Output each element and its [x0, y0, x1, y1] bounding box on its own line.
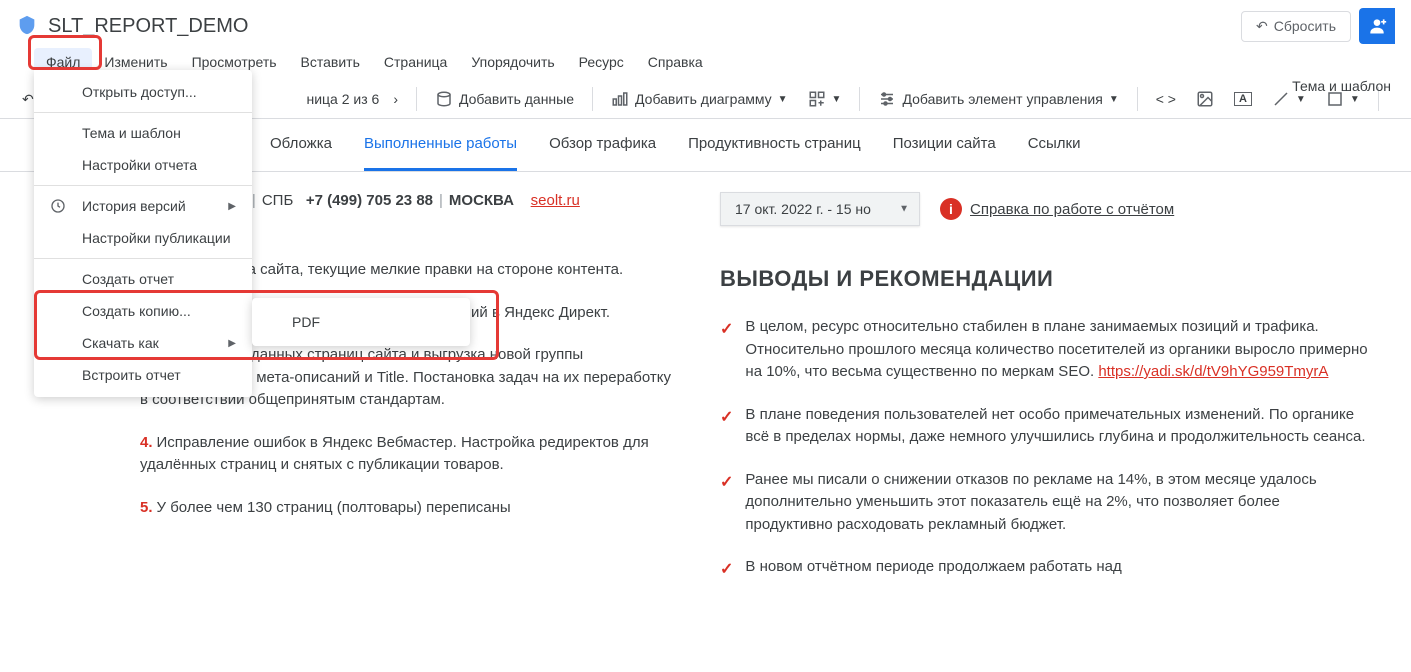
- menu-embed-report[interactable]: Встроить отчет: [34, 359, 252, 391]
- page-indicator: ница 2 из 6: [306, 91, 379, 107]
- chart-icon: [611, 90, 629, 108]
- tab-positions[interactable]: Позиции сайта: [893, 119, 996, 171]
- recommendations-list: ✓В целом, ресурс относительно стабилен в…: [720, 316, 1371, 582]
- menu-theme[interactable]: Тема и шаблон: [34, 117, 252, 149]
- check-icon: ✓: [720, 406, 733, 449]
- menu-download-as[interactable]: Скачать как ▶: [34, 327, 252, 359]
- menu-create-report[interactable]: Создать отчет: [34, 263, 252, 295]
- tab-productivity[interactable]: Продуктивность страниц: [688, 119, 861, 171]
- list-item: 4.Исправление ошибок в Яндекс Вебмастер.…: [140, 432, 680, 477]
- download-pdf[interactable]: PDF: [252, 304, 470, 340]
- menu-resource[interactable]: Ресурс: [567, 48, 636, 76]
- list-item: ✓Ранее мы писали о снижении отказов по р…: [720, 469, 1371, 537]
- theme-template-button[interactable]: Тема и шаблон: [1292, 78, 1391, 94]
- chevron-down-icon: ▼: [1109, 94, 1119, 105]
- add-data-button[interactable]: Добавить данные: [429, 86, 580, 112]
- history-icon: [50, 198, 70, 214]
- app-logo-icon: [16, 14, 40, 38]
- text-icon: A: [1234, 92, 1252, 106]
- image-button[interactable]: [1190, 86, 1220, 112]
- list-item: ✓В новом отчётном периоде продолжаем раб…: [720, 556, 1371, 582]
- line-icon: [1272, 90, 1290, 108]
- add-control-button[interactable]: Добавить элемент управления ▼: [872, 86, 1124, 112]
- chevron-down-icon: ▼: [778, 94, 788, 105]
- person-add-icon: [1367, 16, 1387, 36]
- list-item: ✓В целом, ресурс относительно стабилен в…: [720, 316, 1371, 384]
- tab-completed-work[interactable]: Выполненные работы: [364, 119, 517, 171]
- reset-button[interactable]: ↶ Сбросить: [1241, 11, 1351, 42]
- check-icon: ✓: [720, 471, 733, 537]
- menu-insert[interactable]: Вставить: [289, 48, 372, 76]
- tab-cover[interactable]: Обложка: [270, 119, 332, 171]
- undo-icon: ↶: [1256, 18, 1268, 35]
- header: SLT_REPORT_DEMO ↶ Сбросить: [0, 0, 1411, 44]
- download-submenu: PDF: [252, 298, 470, 346]
- external-link[interactable]: https://yadi.sk/d/tV9hYG959TmyrA: [1098, 363, 1328, 380]
- menu-version-history[interactable]: История версий ▶: [34, 190, 252, 222]
- help-link[interactable]: Справка по работе с отчётом: [970, 201, 1174, 218]
- list-item: 5.У более чем 130 страниц (полтовары) пе…: [140, 497, 680, 520]
- text-button[interactable]: A: [1228, 88, 1258, 110]
- menu-page[interactable]: Страница: [372, 48, 459, 76]
- info-icon: i: [940, 198, 962, 220]
- tab-links[interactable]: Ссылки: [1028, 119, 1081, 171]
- community-viz-button[interactable]: ▼: [802, 86, 848, 112]
- menu-create-copy[interactable]: Создать копию...: [34, 295, 252, 327]
- date-range-picker[interactable]: 17 окт. 2022 г. - 15 но ▼: [720, 192, 920, 226]
- document-title[interactable]: SLT_REPORT_DEMO: [48, 15, 248, 38]
- menu-open-access[interactable]: Открыть доступ...: [34, 76, 252, 108]
- recommendations-title: ВЫВОДЫ И РЕКОМЕНДАЦИИ: [720, 266, 1371, 292]
- menu-report-settings[interactable]: Настройки отчета: [34, 149, 252, 181]
- tab-traffic[interactable]: Обзор трафика: [549, 119, 656, 171]
- sliders-icon: [878, 90, 896, 108]
- list-item: ✓В плане поведения пользователей нет осо…: [720, 404, 1371, 449]
- share-button[interactable]: [1359, 8, 1395, 44]
- database-icon: [435, 90, 453, 108]
- grid-plus-icon: [808, 90, 826, 108]
- image-icon: [1196, 90, 1214, 108]
- check-icon: ✓: [720, 558, 733, 582]
- chevron-down-icon: ▼: [899, 204, 909, 215]
- code-icon: < >: [1156, 91, 1176, 107]
- chevron-down-icon: ▼: [832, 94, 842, 105]
- check-icon: ✓: [720, 318, 733, 384]
- embed-button[interactable]: < >: [1150, 87, 1182, 111]
- menu-help[interactable]: Справка: [636, 48, 715, 76]
- site-link[interactable]: seolt.ru: [531, 192, 580, 209]
- chevron-right-icon: ▶: [228, 338, 236, 349]
- file-dropdown-menu: Открыть доступ... Тема и шаблон Настройк…: [34, 70, 252, 397]
- menu-publish-settings[interactable]: Настройки публикации: [34, 222, 252, 254]
- chevron-right-icon: ▶: [228, 201, 236, 212]
- add-chart-button[interactable]: Добавить диаграмму ▼: [605, 86, 794, 112]
- next-page-button[interactable]: ›: [387, 87, 404, 111]
- menu-arrange[interactable]: Упорядочить: [459, 48, 566, 76]
- undo-icon: ↶: [22, 91, 34, 108]
